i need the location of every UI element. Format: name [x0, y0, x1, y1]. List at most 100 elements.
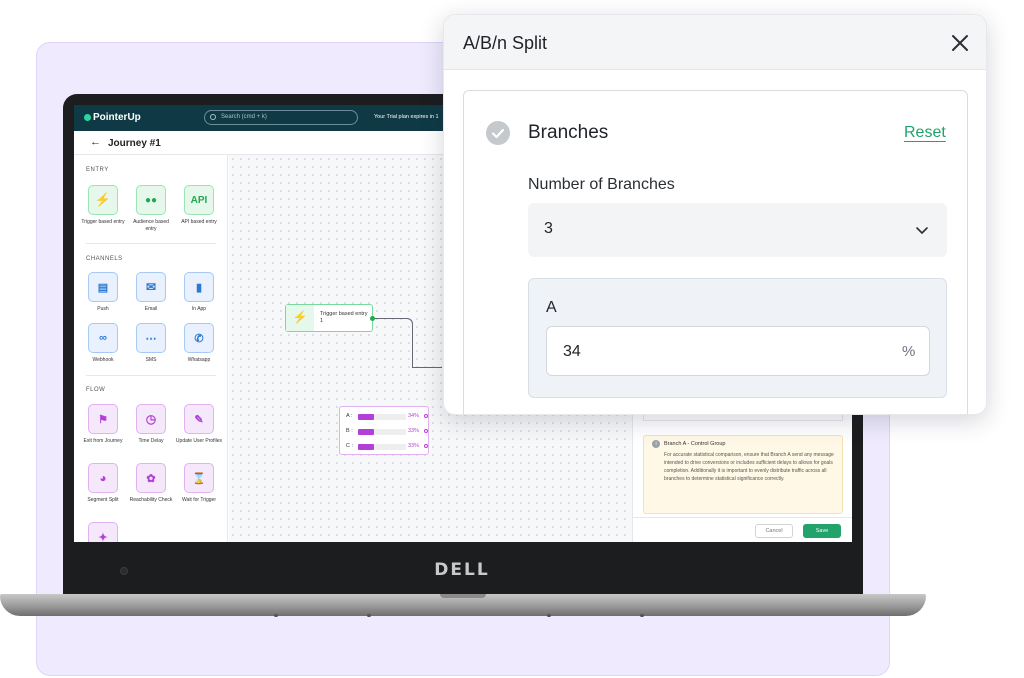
- search-input[interactable]: Search (cmd + k): [204, 110, 358, 125]
- connector-line: [375, 318, 413, 368]
- split-row-percent: 33%: [408, 443, 420, 449]
- whatsapp-icon[interactable]: ✆: [184, 323, 214, 353]
- laptop-foot: [547, 614, 551, 617]
- palette-item-label: API based entry: [181, 219, 217, 225]
- palette-item-label: SMS: [145, 357, 157, 363]
- split-row-c: C : 33%: [344, 442, 428, 451]
- palette-item-label: Update User Profiles: [175, 438, 223, 444]
- sms-icon[interactable]: ⋯: [136, 323, 166, 353]
- palette-item-label: Push: [97, 306, 109, 312]
- split-row-label: A :: [346, 413, 353, 419]
- percent-symbol: %: [902, 343, 916, 360]
- branches-panel: Branches Reset Number of Branches 3 A 34…: [463, 90, 968, 414]
- split-bar-track: [358, 444, 406, 450]
- palette-item-label: Email: [144, 306, 158, 312]
- branch-a-percent-input[interactable]: 34 %: [546, 326, 930, 376]
- search-icon: [210, 114, 216, 120]
- palette-item-label: Exit from Journey: [83, 438, 123, 444]
- email-icon[interactable]: ✉: [136, 272, 166, 302]
- split-bar-track: [358, 429, 406, 435]
- branch-a-card: A 34 %: [528, 278, 947, 398]
- close-icon[interactable]: [948, 31, 972, 55]
- split-bar-track: [358, 414, 406, 420]
- branch-a-label: A: [546, 299, 557, 316]
- lightning-icon: ⚡: [286, 305, 314, 331]
- palette-item-label: Wait for Trigger: [182, 497, 216, 503]
- laptop-foot: [274, 614, 278, 617]
- palette-item-label: Audience based entry: [133, 219, 169, 232]
- entry-section-title: ENTRY: [86, 167, 109, 173]
- select-value: 3: [544, 220, 553, 237]
- compass-icon[interactable]: ✦: [88, 522, 118, 542]
- split-row-label: C :: [346, 443, 354, 449]
- percent-value: 34: [563, 343, 581, 360]
- palette-item-label: Segment Split: [87, 497, 119, 503]
- audience-icon[interactable]: ●●: [136, 185, 166, 215]
- divider: [86, 243, 216, 244]
- info-callout: i Branch A - Control Group For accurate s…: [643, 435, 843, 514]
- split-bar-fill: [358, 444, 374, 450]
- modal-header: A/B/n Split: [444, 15, 986, 70]
- number-of-branches-label: Number of Branches: [528, 176, 675, 193]
- save-button[interactable]: Save: [803, 524, 841, 538]
- ab-split-node[interactable]: A : 34% B : 33% C : 33%: [339, 406, 429, 455]
- chevron-down-icon: [914, 222, 930, 238]
- laptop-notch: [440, 594, 486, 598]
- trial-banner: Your Trial plan expires in 1: [374, 114, 439, 120]
- lightning-icon[interactable]: ⚡: [88, 185, 118, 215]
- branch-port[interactable]: [424, 429, 428, 433]
- arrow-left-icon[interactable]: ←: [90, 136, 101, 148]
- divider: [86, 375, 216, 376]
- palette-item-label: In App: [191, 306, 207, 312]
- reachability-icon[interactable]: ✿: [136, 463, 166, 493]
- push-icon[interactable]: ▤: [88, 272, 118, 302]
- modal-title: A/B/n Split: [463, 33, 548, 53]
- info-title-text: Branch A - Control Group: [664, 441, 726, 447]
- branches-title: Branches: [528, 122, 609, 143]
- flag-icon[interactable]: ⚑: [88, 404, 118, 434]
- split-row-b: B : 33%: [344, 427, 428, 436]
- ab-split-modal: A/B/n Split Branches Reset Number of Bra…: [443, 14, 987, 415]
- branch-port[interactable]: [424, 414, 428, 418]
- node-palette: ENTRY ⚡ Trigger based entry ●● Audience …: [74, 155, 228, 542]
- split-bar-fill: [358, 414, 375, 420]
- clock-icon[interactable]: ◷: [136, 404, 166, 434]
- info-callout-title: i Branch A - Control Group: [652, 440, 834, 448]
- info-icon: i: [652, 440, 660, 448]
- palette-item-label: Webhook: [92, 357, 114, 363]
- check-circle-icon: [486, 121, 510, 145]
- split-row-a: A : 34%: [344, 412, 428, 421]
- palette-item-label: Time Delay: [138, 438, 164, 444]
- flow-section-title: FLOW: [86, 387, 106, 393]
- split-bar-fill: [358, 429, 374, 435]
- webhook-icon[interactable]: ∞: [88, 323, 118, 353]
- app-logo-text: PointerUp: [93, 112, 141, 123]
- webcam: [120, 567, 128, 575]
- app-logo[interactable]: PointerUp: [84, 112, 141, 123]
- split-row-percent: 33%: [408, 428, 420, 434]
- pie-icon[interactable]: ◕: [88, 463, 118, 493]
- api-icon[interactable]: API: [184, 185, 214, 215]
- palette-item-label: Reachability Check: [129, 497, 173, 503]
- stage: PointerUp Search (cmd + k) Your Trial pl…: [0, 0, 1024, 678]
- split-row-label: B :: [346, 428, 353, 434]
- laptop-foot: [640, 614, 644, 617]
- palette-item-label: Trigger based entry: [81, 219, 125, 225]
- channels-section-title: CHANNELS: [86, 256, 123, 262]
- in-app-icon[interactable]: ▮: [184, 272, 214, 302]
- trigger-node[interactable]: ⚡ Trigger based entry 1: [285, 304, 373, 332]
- journey-title: Journey #1: [108, 138, 161, 149]
- logo-mark-icon: [84, 114, 91, 121]
- info-callout-body: For accurate statistical comparison, ens…: [664, 452, 834, 482]
- dell-logo: DELL: [434, 560, 490, 580]
- hourglass-icon[interactable]: ⌛: [184, 463, 214, 493]
- branch-port[interactable]: [424, 444, 428, 448]
- laptop-foot: [367, 614, 371, 617]
- palette-item-label: Whatsapp: [187, 357, 211, 363]
- config-footer: Cancel Save: [633, 517, 852, 542]
- number-of-branches-select[interactable]: 3: [528, 203, 947, 257]
- user-edit-icon[interactable]: ✎: [184, 404, 214, 434]
- cancel-button[interactable]: Cancel: [755, 524, 793, 538]
- split-row-percent: 34%: [408, 413, 420, 419]
- reset-link[interactable]: Reset: [904, 124, 946, 142]
